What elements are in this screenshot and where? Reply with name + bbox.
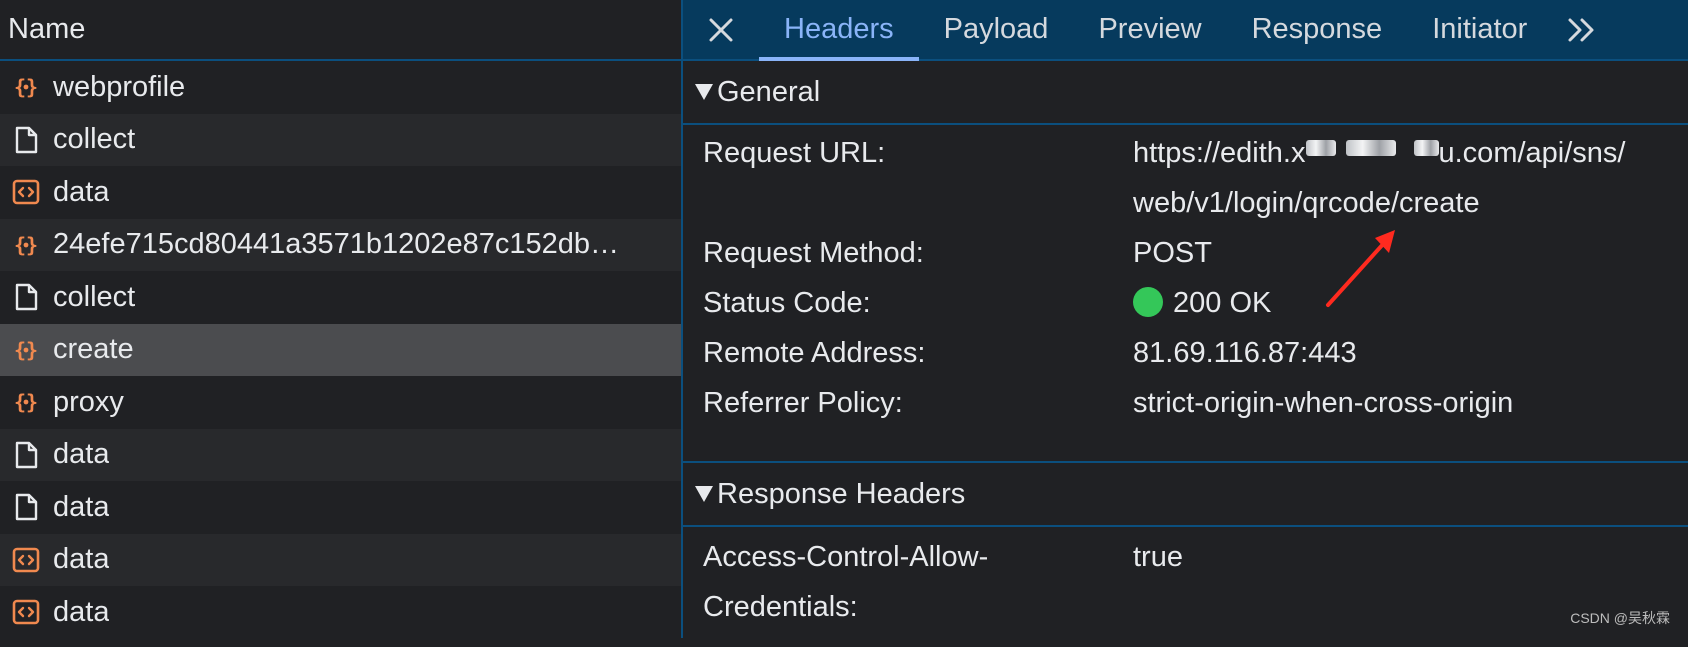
status-text: 200 OK: [1173, 287, 1272, 319]
fetch-icon: {}: [8, 384, 44, 420]
fetch-icon: {}: [8, 69, 44, 105]
request-row[interactable]: collect: [0, 113, 681, 166]
referrer-policy-value: strict-origin-when-cross-origin: [1133, 387, 1514, 419]
expand-triangle-icon: [695, 486, 713, 502]
status-ok-dot-icon: [1133, 287, 1163, 317]
acac-label-line2: Credentials:: [703, 591, 858, 623]
request-row[interactable]: data: [0, 481, 681, 534]
name-header-label: Name: [8, 13, 86, 45]
xhr-icon: [8, 594, 44, 630]
acac-value: true: [1133, 541, 1183, 573]
document-icon: [8, 279, 44, 315]
request-method-label: Request Method:: [703, 237, 924, 269]
request-name: data: [53, 438, 110, 471]
request-url-value-line2: web/v1/login/qrcode/create: [1133, 187, 1480, 219]
redacted-blur: [1345, 140, 1396, 156]
fetch-icon: {}: [8, 332, 44, 368]
request-row[interactable]: {} proxy: [0, 376, 681, 429]
response-headers-section: Access-Control-Allow- Credentials: true: [683, 527, 1688, 647]
request-list: Name {} webprofile collect data {} 24efe715cd…: [0, 0, 681, 638]
xhr-icon: [8, 542, 44, 578]
tab-headers[interactable]: Headers: [759, 0, 919, 61]
request-name: data: [53, 490, 110, 523]
request-url-part1b: u.com/api/sns/: [1438, 137, 1626, 169]
general-section-header[interactable]: General: [683, 61, 1688, 125]
section-divider: [683, 431, 1688, 463]
expand-triangle-icon: [695, 84, 713, 100]
request-row[interactable]: collect: [0, 271, 681, 324]
request-name: collect: [53, 280, 136, 313]
remote-address-label: Remote Address:: [703, 337, 926, 369]
response-headers-title: Response Headers: [717, 477, 966, 510]
request-url-part1a: https://edith.x: [1133, 137, 1306, 169]
request-name: 24efe715cd80441a3571b1202e87c152db…: [53, 228, 620, 261]
request-name: webprofile: [53, 70, 186, 103]
request-row[interactable]: data: [0, 166, 681, 219]
redacted-blur: [1413, 140, 1439, 156]
fetch-icon: {}: [8, 227, 44, 263]
document-icon: [8, 489, 44, 525]
details-panel: Headers Payload Preview Response Initiat…: [683, 0, 1688, 638]
request-row[interactable]: data: [0, 428, 681, 481]
tab-initiator[interactable]: Initiator: [1407, 0, 1552, 59]
document-icon: [8, 122, 44, 158]
request-url-label: Request URL:: [703, 137, 886, 169]
more-tabs-icon[interactable]: [1552, 0, 1612, 59]
acac-label-line1: Access-Control-Allow-: [703, 541, 989, 573]
tab-payload[interactable]: Payload: [919, 0, 1074, 59]
close-icon[interactable]: [683, 0, 759, 59]
request-name: data: [53, 595, 110, 628]
referrer-policy-label: Referrer Policy:: [703, 387, 903, 419]
status-code-label: Status Code:: [703, 287, 871, 319]
redacted-blur: [1305, 140, 1336, 156]
request-row[interactable]: {} create: [0, 323, 681, 376]
tab-response[interactable]: Response: [1227, 0, 1408, 59]
request-row[interactable]: data: [0, 533, 681, 586]
request-row[interactable]: data: [0, 586, 681, 639]
request-row[interactable]: {} webprofile: [0, 61, 681, 114]
xhr-icon: [8, 174, 44, 210]
request-name: create: [53, 333, 134, 366]
general-section: Request URL: https://edith.x u.com/api/sn…: [683, 125, 1688, 431]
response-headers-section-header[interactable]: Response Headers: [683, 463, 1688, 527]
status-code-value: 200 OK: [1133, 287, 1271, 320]
general-title: General: [717, 75, 821, 108]
tab-bar: Headers Payload Preview Response Initiat…: [683, 0, 1688, 61]
request-rows: {} webprofile collect data {} 24efe715cd80441…: [0, 61, 681, 639]
tab-preview[interactable]: Preview: [1073, 0, 1226, 59]
remote-address-value: 81.69.116.87:443: [1133, 337, 1357, 369]
document-icon: [8, 437, 44, 473]
request-url-value: https://edith.x u.com/api/sns/: [1133, 137, 1625, 170]
watermark: CSDN @吴秋霖: [1570, 610, 1670, 626]
annotation-arrow-icon: [1326, 230, 1395, 307]
request-row[interactable]: {} 24efe715cd80441a3571b1202e87c152db…: [0, 218, 681, 271]
request-name: collect: [53, 123, 136, 156]
request-name: data: [53, 543, 110, 576]
request-name: data: [53, 175, 110, 208]
request-name: proxy: [53, 385, 124, 418]
name-column-header[interactable]: Name: [0, 0, 681, 61]
request-method-value: POST: [1133, 237, 1212, 269]
